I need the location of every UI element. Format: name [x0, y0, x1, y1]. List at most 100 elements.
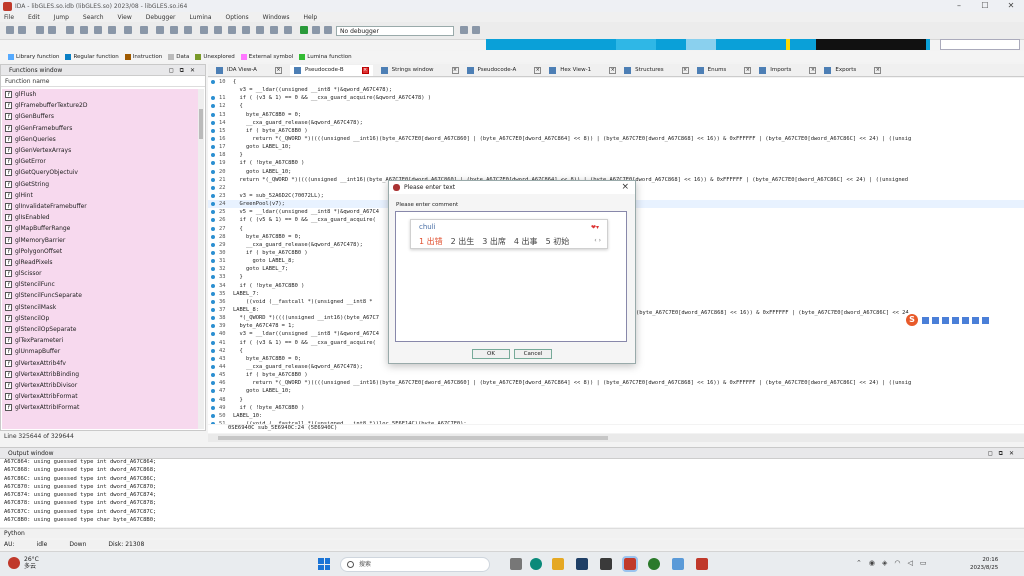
code-line[interactable]: 19 if ( !byte_A67C8B0 )	[208, 159, 1024, 167]
tab-close-icon[interactable]: ×	[609, 66, 617, 74]
breakpoint-marker-icon[interactable]	[211, 332, 215, 337]
code-line[interactable]: 20 goto LABEL_10;	[208, 168, 1024, 176]
breakpoint-marker-icon[interactable]	[211, 96, 215, 101]
menu-search[interactable]: Search	[83, 14, 104, 21]
navigation-band[interactable]	[486, 39, 930, 50]
run-icon[interactable]	[300, 26, 308, 34]
code-line[interactable]: 45 if ( byte_A67C8B0 )	[208, 371, 1024, 379]
menu-help[interactable]: Help	[303, 14, 317, 21]
function-list-item[interactable]: f glGenFramebuffers	[2, 123, 198, 134]
forward-icon[interactable]	[48, 26, 56, 34]
python-input[interactable]: Python	[0, 528, 1024, 538]
tray-app-icon[interactable]: ◉	[869, 559, 875, 567]
function-list-item[interactable]: f glGetError	[2, 156, 198, 167]
ime-candidate[interactable]: 3 出席	[482, 236, 506, 247]
weather-widget[interactable]: 26°C 多云	[8, 556, 39, 570]
breakpoint-marker-icon[interactable]	[211, 275, 215, 280]
ok-button[interactable]: OK	[472, 349, 510, 359]
breakpoint-marker-icon[interactable]	[211, 88, 215, 92]
breakpoint-marker-icon[interactable]	[211, 185, 215, 190]
search-icon[interactable]	[66, 26, 74, 34]
tray-app-icon[interactable]: ◈	[882, 559, 887, 567]
function-list-item[interactable]: f glTexParameteri	[2, 335, 198, 346]
navigation-combo[interactable]	[940, 39, 1020, 50]
maximize-button[interactable]: ☐	[972, 0, 998, 12]
function-list-item[interactable]: f glScissor	[2, 268, 198, 279]
jump-icon[interactable]	[108, 26, 116, 34]
breakpoint-marker-icon[interactable]	[211, 299, 215, 304]
breakpoint-marker-icon[interactable]	[211, 242, 215, 247]
breakpoint-marker-icon[interactable]	[211, 161, 215, 166]
breakpoint-marker-icon[interactable]	[211, 283, 215, 288]
function-list-item[interactable]: f glVertexAttrib4fv	[2, 358, 198, 369]
ida-taskbar-icon[interactable]	[622, 556, 638, 572]
ime-mode-icon[interactable]	[922, 316, 929, 324]
ime-candidate[interactable]: 5 初始	[546, 236, 570, 247]
sogou-logo-icon[interactable]: S	[906, 314, 918, 326]
clock[interactable]: 20:16 2023/8/25	[970, 556, 998, 572]
tab-close-icon[interactable]: ×	[874, 66, 882, 74]
function-list-item[interactable]: f glGenBuffers	[2, 111, 198, 122]
tab-close-icon[interactable]: ×	[534, 66, 542, 74]
dialog-close-icon[interactable]: ×	[621, 182, 629, 192]
code-line[interactable]: 13 byte_A67C8B0 = 0;	[208, 111, 1024, 119]
breakpoint-marker-icon[interactable]	[211, 226, 215, 231]
breakpoint-marker-icon[interactable]	[211, 324, 215, 329]
menu-edit[interactable]: Edit	[28, 14, 40, 21]
function-list-item[interactable]: f glGetString	[2, 179, 198, 190]
close-button[interactable]: ✕	[998, 0, 1024, 12]
attach-icon[interactable]	[472, 26, 480, 34]
graph-icon[interactable]	[140, 26, 148, 34]
cancel-button[interactable]: Cancel	[514, 349, 552, 359]
ime-candidate[interactable]: 1 出错	[419, 236, 443, 247]
app-icon[interactable]	[672, 558, 684, 570]
tab-imports[interactable]: Imports ×	[759, 66, 817, 74]
function-name-column-header[interactable]: Function name	[1, 76, 205, 87]
panel-close-icon[interactable]: ✕	[190, 67, 201, 74]
code-line[interactable]: 49 if ( !byte_A67C8B0 )	[208, 404, 1024, 412]
app-icon[interactable]	[600, 558, 612, 570]
code-line[interactable]: 51 ((void (__fastcall *)(unsigned __int8…	[208, 420, 1024, 424]
app-icon[interactable]	[648, 558, 660, 570]
tab-close-icon[interactable]: ×	[274, 66, 282, 74]
tab-close-icon[interactable]: ×	[361, 66, 369, 74]
stop-icon[interactable]	[324, 26, 332, 34]
open-icon[interactable]	[6, 26, 14, 34]
debugger-options-icon[interactable]	[460, 26, 468, 34]
xref-icon[interactable]	[270, 26, 278, 34]
tab-hex-view-1[interactable]: Hex View-1 ×	[549, 66, 617, 74]
function-list-item[interactable]: f glStencilOpSeparate	[2, 324, 198, 335]
code-line[interactable]: 48 }	[208, 395, 1024, 403]
code-line[interactable]: 15 if ( byte_A67C8B0 )	[208, 127, 1024, 135]
function-list-item[interactable]: f glVertexAttribDivisor	[2, 380, 198, 391]
tab-structures[interactable]: Structures ×	[624, 66, 689, 74]
panel-float-icon[interactable]: ⧉	[180, 67, 190, 74]
menu-view[interactable]: View	[118, 14, 132, 21]
breakpoint-marker-icon[interactable]	[211, 80, 215, 85]
function-list-item[interactable]: f glVertexAttribFormat	[2, 391, 198, 402]
menu-jump[interactable]: Jump	[54, 14, 69, 21]
menu-lumina[interactable]: Lumina	[189, 14, 211, 21]
breakpoint-marker-icon[interactable]	[211, 405, 215, 410]
breakpoint-marker-icon[interactable]	[211, 348, 215, 353]
breakpoint-marker-icon[interactable]	[211, 177, 215, 182]
tab-close-icon[interactable]: ×	[681, 66, 689, 74]
breakpoint-marker-icon[interactable]	[211, 316, 215, 321]
file-explorer-icon[interactable]	[552, 558, 564, 570]
tab-close-icon[interactable]: ×	[451, 66, 459, 74]
breakpoint-marker-icon[interactable]	[211, 153, 215, 158]
code-icon[interactable]	[156, 26, 164, 34]
function-list-item[interactable]: f glStencilFunc	[2, 279, 198, 290]
battery-icon[interactable]: ▭	[920, 559, 927, 567]
function-icon[interactable]	[256, 26, 264, 34]
function-list-item[interactable]: f glGenVertexArrays	[2, 145, 198, 156]
code-line[interactable]: 44 __cxa_guard_release(&qword_A67C478);	[208, 363, 1024, 371]
code-line[interactable]: 16 return *(_QWORD *)((((unsigned __int1…	[208, 135, 1024, 143]
ime-punctuation-icon[interactable]	[932, 316, 939, 324]
ime-toolbox-icon[interactable]	[982, 316, 989, 324]
text-search-icon[interactable]	[94, 26, 102, 34]
function-list-item[interactable]: f glHint	[2, 190, 198, 201]
breakpoint-marker-icon[interactable]	[211, 251, 215, 256]
tab-close-icon[interactable]: ×	[744, 66, 752, 74]
panel-restore-icon[interactable]: ◻	[988, 450, 999, 457]
